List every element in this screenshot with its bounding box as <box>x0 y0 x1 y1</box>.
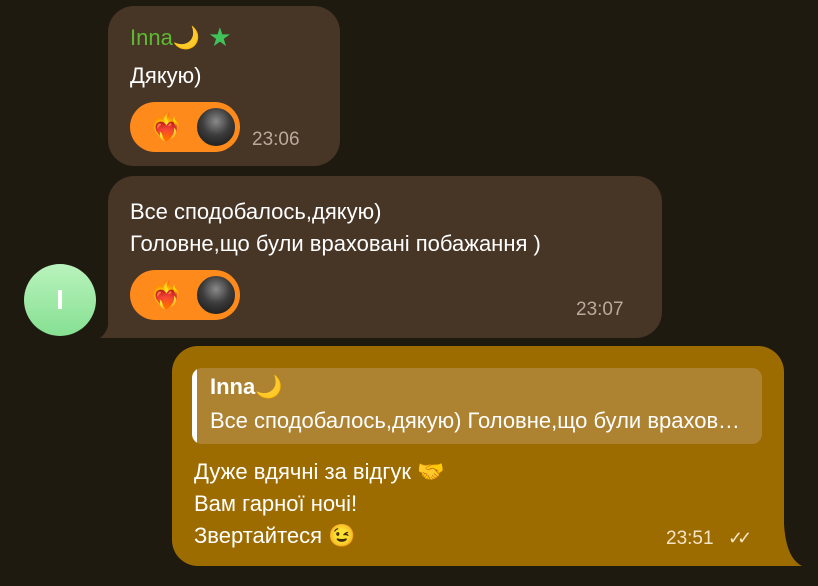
message-text-line-2: Головне,що були враховані побажання ) <box>130 231 541 256</box>
moon-emoji: 🌙 <box>255 374 283 399</box>
reply-quote-bar <box>192 368 197 444</box>
message-text-line-2: Вам гарної ночі! <box>194 491 358 516</box>
star-icon: ★ <box>208 22 232 52</box>
message-text-line-3: Звертайтеся 😉 <box>194 523 356 548</box>
sender-name-text: Inna <box>130 24 173 50</box>
reply-quote[interactable]: Inna🌙 Все сподобалось,дякую) Головне,що … <box>192 368 762 444</box>
message-text: Дякую) <box>130 63 202 88</box>
message-bubble-outgoing[interactable]: Inna🌙 Все сподобалось,дякую) Головне,що … <box>172 346 784 566</box>
reply-quote-text: Все сподобалось,дякую) Головне,що були в… <box>210 408 750 433</box>
message-time: 23:07 <box>576 299 624 320</box>
message-text-line-1: Дуже вдячні за відгук 🤝 <box>194 459 445 484</box>
reaction-pill[interactable]: ❤️‍🔥 <box>130 102 240 152</box>
message-bubble-incoming-1[interactable]: Inna 🌙 ★ Дякую) ❤️‍🔥 23:06 <box>108 6 340 166</box>
avatar[interactable]: I <box>24 264 96 336</box>
message-time: 23:06 <box>252 129 300 150</box>
reactor-avatar <box>195 106 238 148</box>
bubble-tail-incoming <box>100 300 126 338</box>
avatar-letter: I <box>56 284 64 315</box>
reply-sender-text: Inna <box>210 374 256 399</box>
message-text-line-1: Все сподобалось,дякую) <box>130 199 382 224</box>
heart-on-fire-emoji: ❤️‍🔥 <box>150 112 183 142</box>
heart-on-fire-emoji: ❤️‍🔥 <box>150 280 183 310</box>
bubble-tail-outgoing <box>770 524 802 566</box>
reply-sender-name: Inna🌙 <box>210 374 283 400</box>
read-receipt-icon: ✓✓ <box>728 528 752 548</box>
moon-emoji: 🌙 <box>172 24 201 50</box>
reactor-avatar <box>195 274 238 316</box>
message-bubble-incoming-2[interactable]: Все сподобалось,дякую) Головне,що були в… <box>108 176 662 338</box>
reaction-pill[interactable]: ❤️‍🔥 <box>130 270 240 320</box>
sender-name[interactable]: Inna 🌙 ★ <box>130 22 232 53</box>
message-time: 23:51 <box>666 528 714 549</box>
